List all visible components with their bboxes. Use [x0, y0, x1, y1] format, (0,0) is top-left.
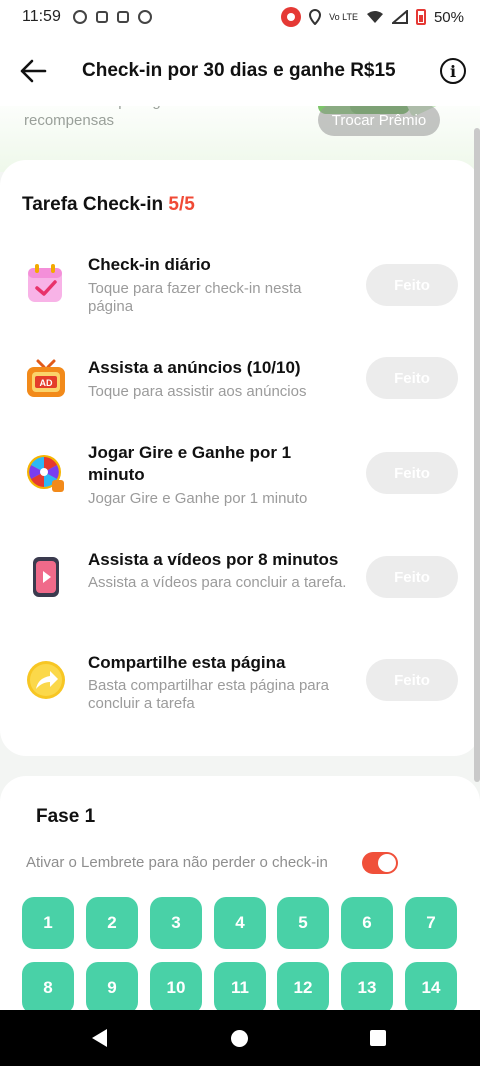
trade-prize-button[interactable]: Trocar Prêmio — [318, 104, 440, 136]
day-cell[interactable]: 8 — [22, 962, 74, 1014]
day-cell[interactable]: 6 — [341, 897, 393, 949]
svg-text:AD: AD — [40, 378, 53, 388]
phase-title: Fase 1 — [36, 806, 96, 827]
task-description: Toque para fazer check-in nesta página — [88, 280, 302, 315]
system-nav-bar — [0, 1010, 480, 1066]
done-button[interactable]: Feito — [366, 659, 458, 701]
task-name: Jogar Gire e Ganhe por 1 minuto — [88, 443, 292, 484]
calendar-icon — [28, 264, 62, 302]
task-description: Toque para assistir aos anúncios — [88, 383, 307, 400]
task-card: Tarefa Check-in 5/5 Check-in diário Toqu… — [0, 160, 480, 756]
task-description: Assista a vídeos para concluir a tarefa. — [88, 574, 347, 591]
lte-label: Vo LTE — [329, 11, 358, 22]
task-section-count: 5/5 — [168, 194, 195, 215]
day-cell[interactable]: 13 — [341, 962, 393, 1014]
nav-back-icon[interactable] — [92, 1029, 107, 1047]
record-icon — [281, 7, 302, 27]
day-cell[interactable]: 10 — [150, 962, 202, 1014]
battery-percent: 50% — [433, 8, 464, 26]
task-name: Assista a anúncios (10/10) — [88, 358, 301, 377]
share-icon — [27, 661, 65, 699]
done-button[interactable]: Feito — [366, 556, 458, 598]
ad-tv-icon: AD — [27, 359, 65, 397]
status-time: 11:59 — [22, 8, 61, 25]
task-section-title: Tarefa Check-in 5/5 — [22, 194, 195, 216]
notification-icon — [116, 11, 129, 23]
day-cell[interactable]: 9 — [86, 962, 138, 1014]
battery-icon — [415, 9, 426, 25]
page-title: Check-in por 30 dias e ganhe R$15 — [82, 60, 396, 81]
notification-icon — [137, 10, 152, 24]
task-name: Compartilhe esta página — [88, 653, 286, 672]
done-button[interactable]: Feito — [366, 357, 458, 399]
nav-home-icon[interactable] — [231, 1030, 248, 1047]
task-name: Check-in diário — [88, 255, 211, 274]
day-cell[interactable]: 11 — [214, 962, 266, 1014]
day-cell[interactable]: 7 — [405, 897, 457, 949]
reminder-toggle[interactable] — [362, 852, 398, 874]
reminder-label: Ativar o Lembrete para não perder o chec… — [26, 854, 328, 871]
task-description: Basta compartilhar esta página para conc… — [88, 677, 329, 712]
day-cell[interactable]: 3 — [150, 897, 202, 949]
day-cell[interactable]: 4 — [214, 897, 266, 949]
notification-icons — [72, 10, 152, 24]
system-icons: Vo LTE 50% — [281, 7, 464, 27]
day-cell[interactable]: 2 — [86, 897, 138, 949]
notification-icon — [95, 11, 108, 23]
done-button[interactable]: Feito — [366, 264, 458, 306]
task-description: Jogar Gire e Ganhe por 1 minuto — [88, 490, 308, 507]
day-cell[interactable]: 14 — [405, 962, 457, 1014]
signal-icon — [391, 10, 408, 24]
day-cell[interactable]: 1 — [22, 897, 74, 949]
done-button[interactable]: Feito — [366, 452, 458, 494]
arrow-left-icon[interactable] — [18, 56, 48, 86]
scrollbar[interactable] — [474, 128, 480, 782]
status-bar: 11:59 Vo LTE 50% — [0, 0, 480, 34]
spin-wheel-icon — [27, 455, 64, 492]
nav-recents-icon[interactable] — [370, 1030, 386, 1046]
task-name: Assista a vídeos por 8 minutos — [88, 550, 339, 569]
notification-icon — [72, 10, 87, 24]
location-icon — [309, 9, 322, 25]
app-header: Check-in por 30 dias e ganhe R$15 i — [0, 34, 480, 106]
wifi-icon — [366, 11, 383, 23]
info-icon[interactable]: i — [440, 58, 466, 84]
day-cell[interactable]: 12 — [277, 962, 329, 1014]
video-phone-icon — [33, 557, 59, 597]
day-cell[interactable]: 5 — [277, 897, 329, 949]
task-section-label: Tarefa Check-in — [22, 194, 164, 215]
